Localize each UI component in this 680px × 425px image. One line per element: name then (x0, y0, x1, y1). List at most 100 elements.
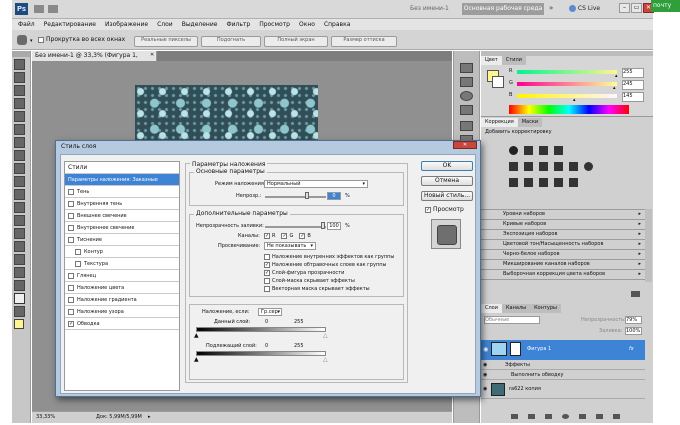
spectrum-bar[interactable] (509, 105, 629, 114)
channel-r-slider[interactable] (517, 70, 617, 74)
dock-layers-icon[interactable] (460, 121, 473, 131)
brightness-icon[interactable] (509, 146, 518, 155)
add-mask-icon[interactable] (545, 414, 552, 419)
adjust-preset-item[interactable]: Кривые наборов ▸ (481, 220, 645, 230)
history-brush-tool-icon[interactable] (14, 176, 25, 187)
print-size-button[interactable]: Размер оттиска (331, 36, 397, 47)
style-list-item[interactable]: ✓ Обводка (65, 318, 179, 330)
style-checkbox[interactable] (68, 188, 74, 195)
layer-effects-row[interactable]: ◉ Эффекты (481, 361, 645, 370)
style-checkbox[interactable] (75, 248, 81, 255)
menu-item[interactable]: Редактирование (44, 19, 96, 30)
cslive-button[interactable]: CS Live (569, 4, 600, 14)
channel-b-thumb[interactable]: ▴ (573, 97, 576, 103)
underlying-white-thumb[interactable]: △ (323, 356, 328, 363)
menu-item[interactable]: Изображение (105, 19, 148, 30)
brush-tool-icon[interactable] (14, 150, 25, 161)
expand-arrow-icon[interactable]: ▸ (638, 250, 641, 259)
adjust-footer-icon[interactable] (631, 291, 640, 297)
hue-saturation-icon[interactable] (524, 162, 533, 171)
this-layer-black-thumb[interactable]: ▲ (194, 332, 199, 339)
tool-preset-dropdown[interactable]: ▾ (30, 38, 33, 44)
workspace-more-icon[interactable]: » (549, 4, 553, 12)
exposure-icon[interactable] (554, 146, 563, 155)
adjust-preset-item[interactable]: Черно-белое наборов ▸ (481, 250, 645, 260)
advanced-option[interactable]: ✓ Слой-фигура прозрачности (264, 269, 404, 277)
dock-styles-icon[interactable] (460, 77, 473, 87)
effects-eye-icon[interactable]: ◉ (483, 362, 487, 368)
document-tab-close-icon[interactable]: ✕ (150, 52, 154, 58)
shape-tool-icon[interactable] (14, 280, 25, 291)
layer-fill-value[interactable]: 100% (625, 327, 642, 335)
minimize-button[interactable]: – (619, 3, 630, 13)
advanced-option[interactable]: Векторная маска скрывает эффекты (264, 285, 404, 293)
advanced-option-checkbox[interactable]: ✓ (264, 262, 270, 268)
scroll-all-windows[interactable]: Прокрутка во всех окнах (38, 36, 125, 43)
style-list-item[interactable]: Параметры наложения: Заказные (65, 174, 179, 186)
hand-tool-icon[interactable] (17, 35, 27, 45)
dock-swatch-icon[interactable] (460, 63, 473, 73)
quick-select-tool-icon[interactable] (14, 98, 25, 109)
layer-opacity-value[interactable]: 79% (625, 316, 642, 324)
advanced-option-checkbox[interactable] (264, 254, 270, 260)
fill-opacity-input[interactable]: 100 (327, 222, 341, 230)
black-white-icon[interactable] (554, 162, 563, 171)
style-list-item[interactable]: Внешнее свечение (65, 210, 179, 222)
style-list-item[interactable]: Наложение узора (65, 306, 179, 318)
style-list-item[interactable]: Наложение цвета (65, 282, 179, 294)
expand-arrow-icon[interactable]: ▸ (638, 210, 641, 219)
style-list-item[interactable]: Контур (65, 246, 179, 258)
clone-stamp-tool-icon[interactable] (14, 163, 25, 174)
style-checkbox[interactable] (68, 200, 74, 207)
channel-b-slider[interactable] (517, 94, 617, 98)
marquee-tool-icon[interactable] (14, 72, 25, 83)
advanced-option-checkbox[interactable] (264, 278, 270, 284)
style-list-item[interactable]: Внутренняя тень (65, 198, 179, 210)
expand-arrow-icon[interactable]: ▸ (638, 220, 641, 229)
advanced-option[interactable]: ✓ Наложение обтравочных слоев как группы (264, 261, 404, 269)
layer-row[interactable]: ◉ Фигура 1 fx (481, 340, 645, 360)
menu-item[interactable]: Слои (157, 19, 173, 30)
styles-header[interactable]: Стили (65, 162, 179, 174)
style-checkbox[interactable] (68, 224, 74, 231)
foreground-color-swatch[interactable] (14, 319, 24, 329)
opacity-input[interactable]: 0 (327, 192, 341, 200)
channel-g-slider[interactable] (517, 82, 617, 86)
copy-eye-icon[interactable]: ◉ (483, 386, 487, 392)
channel-r-check[interactable]: ✓ R (264, 233, 275, 239)
channel-b-check[interactable]: ✓ B (299, 233, 311, 239)
channel-g-value[interactable]: 245 (622, 80, 644, 90)
zoom-tool-icon[interactable] (14, 306, 25, 317)
lasso-tool-icon[interactable] (14, 85, 25, 96)
tab-channels[interactable]: Каналы (502, 304, 531, 313)
channel-r-value[interactable]: 255 (622, 68, 644, 78)
link-layers-icon[interactable] (511, 414, 518, 419)
eyedropper-tool-icon[interactable] (14, 124, 25, 135)
document-tab[interactable]: Без имени-1 @ 33,3% (Фигура 1, RGB/8) * (32, 51, 157, 69)
fit-screen-button[interactable]: Подогнать (201, 36, 261, 47)
menu-item[interactable]: Просмотр (259, 19, 290, 30)
adjust-scrollbar[interactable] (645, 209, 652, 282)
blur-tool-icon[interactable] (14, 215, 25, 226)
tab-layers[interactable]: Слои (481, 304, 502, 313)
color-balance-icon[interactable] (539, 162, 548, 171)
scroll-all-checkbox[interactable] (38, 36, 44, 43)
blend-mode-select[interactable]: Нормальный ▾ (264, 180, 368, 188)
channel-mixer-icon[interactable] (584, 162, 593, 171)
launch-bridge-button[interactable] (34, 5, 44, 13)
crop-tool-icon[interactable] (14, 111, 25, 122)
workspace-switcher[interactable]: Основная рабочая среда (462, 3, 544, 15)
style-checkbox[interactable] (68, 296, 74, 303)
adjust-preset-item[interactable]: Выборочная коррекция цвета наборов ▸ (481, 270, 645, 280)
tab-paths[interactable]: Контуры (530, 304, 561, 313)
this-layer-white-thumb[interactable]: △ (323, 332, 328, 339)
menu-item[interactable]: Окно (299, 19, 315, 30)
photo-filter-icon[interactable] (569, 162, 578, 171)
new-group-icon[interactable] (579, 414, 586, 419)
knockout-select[interactable]: Не показывать ▾ (264, 242, 316, 250)
adjust-preset-item[interactable]: Экспозиция наборов ▸ (481, 230, 645, 240)
tab-adjustments[interactable]: Коррекция (481, 118, 518, 127)
dock-masks-icon[interactable] (460, 105, 473, 115)
style-list-item[interactable]: Внутреннее свечение (65, 222, 179, 234)
new-adjustment-icon[interactable] (562, 414, 569, 419)
